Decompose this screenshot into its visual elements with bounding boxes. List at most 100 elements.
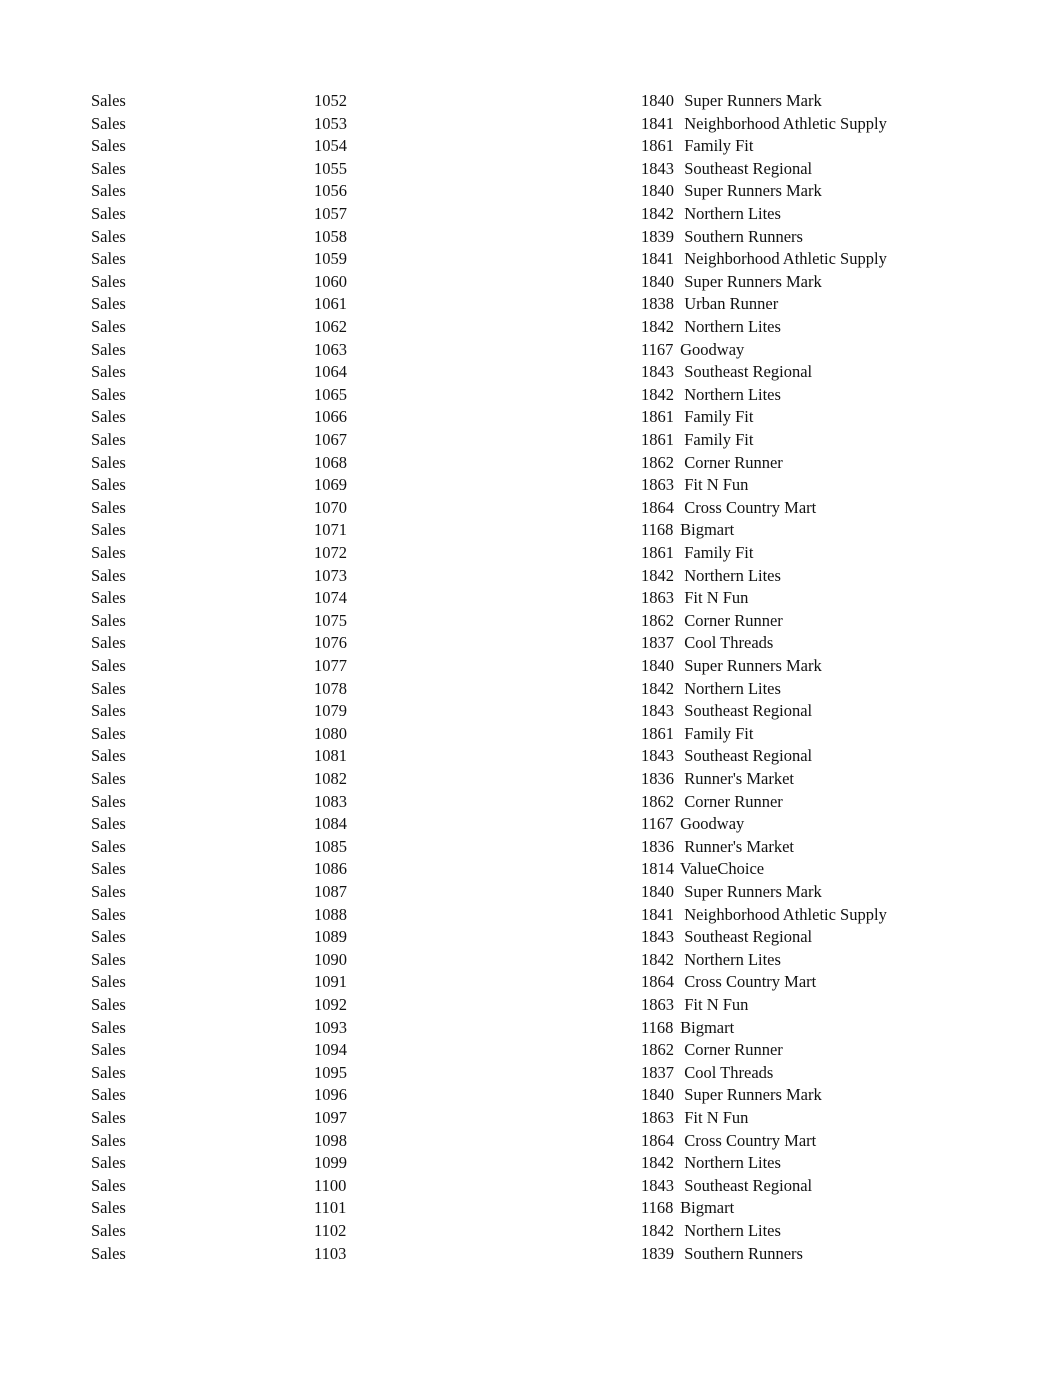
customer-name-cell: Super Runners Mark — [676, 882, 822, 901]
order-id-cell: 1103 — [314, 1243, 347, 1263]
customer-id-cell: 1838 — [641, 294, 674, 314]
order-id-cell: 1081 — [314, 746, 347, 766]
customer-id-cell: 1841 — [641, 249, 674, 269]
order-id-cell: 1096 — [314, 1085, 347, 1105]
customer-name-cell: Goodway — [676, 339, 745, 359]
table-row: Sales 1085 1836 Runner's Market — [0, 836, 1062, 856]
order-id-cell: 1082 — [314, 769, 347, 788]
table-row: Sales 1063 1167 Goodway — [0, 339, 1062, 359]
customer-id-cell: 1842 — [641, 949, 674, 969]
customer-name-cell: Family Fit — [676, 430, 754, 449]
table-row: Sales 1096 1840 Super Runners Mark — [0, 1086, 1062, 1104]
customer-id-cell: 1843 — [641, 746, 674, 766]
order-id-cell: 1076 — [314, 633, 347, 653]
customer-name-cell: Southern Runners — [676, 226, 803, 246]
table-row: Sales 1075 1862 Corner Runner — [0, 611, 1062, 630]
table-row: Sales 1052 1840 Super Runners Mark — [0, 92, 1062, 110]
customer-id-cell: 1837 — [641, 1062, 674, 1082]
order-id-cell: 1067 — [314, 430, 347, 449]
department-cell: Sales — [91, 339, 126, 359]
department-cell: Sales — [91, 1153, 126, 1173]
table-row: Sales 1057 1842 Northern Lites — [0, 205, 1062, 223]
customer-id-cell: 1842 — [641, 1153, 674, 1173]
customer-name-cell: Fit N Fun — [676, 588, 749, 608]
order-id-cell: 1054 — [314, 136, 347, 156]
table-row: Sales 1062 1842 Northern Lites — [0, 318, 1062, 336]
table-row: Sales 1100 1843 Southeast Regional — [0, 1175, 1062, 1195]
department-cell: Sales — [91, 588, 126, 608]
order-id-cell: 1064 — [314, 362, 347, 382]
department-cell: Sales — [91, 995, 126, 1014]
customer-id-cell: 1168 — [641, 520, 674, 540]
department-cell: Sales — [91, 226, 126, 246]
order-id-cell: 1085 — [314, 836, 347, 856]
customer-name-cell: Northern Lites — [676, 1153, 781, 1173]
order-id-cell: 1101 — [314, 1198, 347, 1218]
customer-id-cell: 1864 — [641, 1130, 674, 1150]
customer-name-cell: ValueChoice — [676, 859, 765, 879]
department-cell: Sales — [91, 1062, 126, 1082]
department-cell: Sales — [91, 678, 126, 698]
table-row: Sales 1099 1842 Northern Lites — [0, 1154, 1062, 1172]
customer-id-cell: 1863 — [641, 588, 674, 608]
order-id-cell: 1080 — [314, 723, 347, 743]
customer-id-cell: 1863 — [641, 995, 674, 1014]
table-row: Sales 1054 1861 Family Fit — [0, 137, 1062, 155]
table-row: Sales 1061 1838 Urban Runner — [0, 295, 1062, 313]
customer-id-cell: 1842 — [641, 317, 674, 336]
table-row: Sales 1088 1841 Neighborhood Athletic Supp… — [0, 905, 1062, 924]
order-id-cell: 1079 — [314, 701, 347, 721]
table-row: Sales 1078 1842 Northern Lites — [0, 678, 1062, 698]
department-cell: Sales — [91, 1221, 126, 1240]
customer-name-cell: Southern Runners — [676, 1243, 803, 1263]
customer-name-cell: Urban Runner — [676, 294, 779, 314]
customer-name-cell: Cross Country Mart — [676, 497, 817, 517]
customer-id-cell: 1862 — [641, 452, 674, 472]
department-cell: Sales — [91, 1017, 126, 1037]
order-id-cell: 1094 — [314, 1040, 347, 1060]
department-cell: Sales — [91, 294, 126, 314]
customer-name-cell: Neighborhood Athletic Supply — [676, 249, 887, 269]
department-cell: Sales — [91, 949, 126, 969]
order-id-cell: 1089 — [314, 927, 347, 947]
order-id-cell: 1062 — [314, 317, 347, 336]
customer-name-cell: Super Runners Mark — [676, 181, 822, 201]
order-id-cell: 1077 — [314, 656, 347, 675]
customer-id-cell: 1840 — [641, 882, 674, 901]
department-cell: Sales — [91, 882, 126, 901]
order-id-cell: 1070 — [314, 497, 347, 517]
customer-name-cell: Cool Threads — [676, 1062, 774, 1082]
table-row: Sales 1067 1861 Family Fit — [0, 431, 1062, 449]
table-row: Sales 1102 1842 Northern Lites — [0, 1222, 1062, 1240]
table-row: Sales 1069 1863 Fit N Fun — [0, 476, 1062, 494]
department-cell: Sales — [91, 317, 126, 336]
customer-name-cell: Fit N Fun — [676, 995, 749, 1014]
table-row: Sales 1055 1843 Southeast Regional — [0, 158, 1062, 178]
customer-name-cell: Neighborhood Athletic Supply — [676, 113, 887, 133]
customer-name-cell: Bigmart — [676, 520, 735, 540]
table-row: Sales 1072 1861 Family Fit — [0, 544, 1062, 562]
table-row: Sales 1073 1842 Northern Lites — [0, 566, 1062, 585]
department-cell: Sales — [91, 430, 126, 449]
customer-name-cell: Super Runners Mark — [676, 91, 822, 110]
department-cell: Sales — [91, 475, 126, 495]
department-cell: Sales — [91, 384, 126, 404]
order-id-cell: 1091 — [314, 972, 347, 992]
customer-id-cell: 1842 — [641, 384, 674, 404]
customer-id-cell: 1843 — [641, 158, 674, 178]
table-row: Sales 1091 1864 Cross Country Mart — [0, 973, 1062, 991]
table-row: Sales 1060 1840 Super Runners Mark — [0, 271, 1062, 291]
department-cell: Sales — [91, 701, 126, 721]
customer-id-cell: 1839 — [641, 226, 674, 246]
department-cell: Sales — [91, 1243, 126, 1263]
department-cell: Sales — [91, 1040, 126, 1060]
customer-name-cell: Northern Lites — [676, 384, 781, 404]
department-cell: Sales — [91, 791, 126, 811]
customer-id-cell: 1862 — [641, 791, 674, 811]
department-cell: Sales — [91, 1175, 126, 1195]
department-cell: Sales — [91, 249, 126, 269]
department-cell: Sales — [91, 656, 126, 675]
customer-id-cell: 1167 — [641, 339, 674, 359]
order-id-cell: 1060 — [314, 271, 347, 291]
department-cell: Sales — [91, 814, 126, 834]
